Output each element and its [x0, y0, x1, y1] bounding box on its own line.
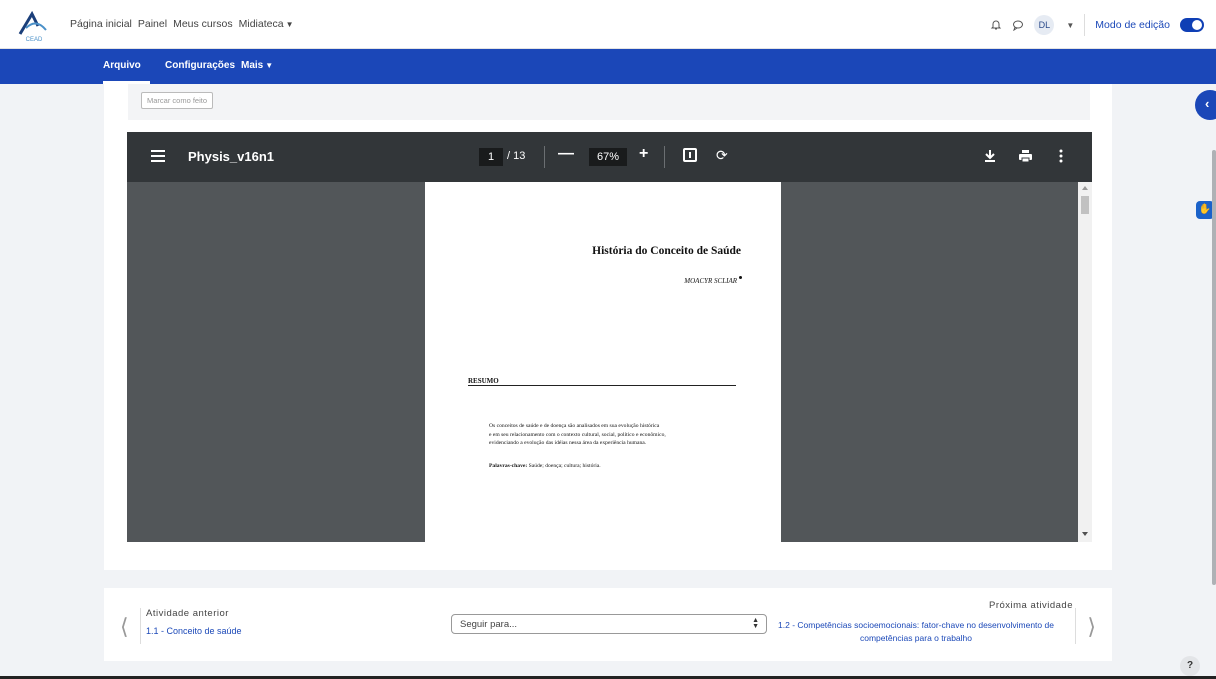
top-navbar: CEAD Página inicial Painel Meus cursos M…: [0, 0, 1216, 49]
edit-mode-toggle[interactable]: [1180, 18, 1204, 32]
divider: [1075, 608, 1076, 644]
next-activity-link[interactable]: 1.2 - Competências socioemocionais: fato…: [766, 619, 1066, 645]
keywords: Palavras-chave: Saúde; doença; cultura; …: [489, 463, 601, 469]
pdf-file-title: Physis_v16n1: [188, 149, 275, 164]
drawer-toggle[interactable]: ‹: [1195, 90, 1216, 120]
abstract-line: e em seu relacionamento com o contexto c…: [489, 431, 666, 438]
section-rule: [468, 385, 736, 386]
site-logo[interactable]: CEAD: [16, 8, 52, 44]
chevron-down-icon: ▼: [285, 20, 294, 29]
chevron-down-icon[interactable]: ▼: [1066, 21, 1074, 30]
nav-media-library-label: Midiateca: [238, 18, 284, 30]
pdf-scrollbar[interactable]: [1078, 182, 1092, 542]
chevron-down-icon: ▼: [265, 61, 274, 70]
chevron-left-icon[interactable]: ⟨: [120, 614, 129, 640]
nav-media-library[interactable]: Midiateca ▼: [239, 18, 294, 30]
page-number-input[interactable]: 1: [479, 148, 503, 166]
chevron-left-icon: ‹: [1205, 96, 1210, 111]
zoom-out-icon[interactable]: —: [558, 145, 574, 163]
section-heading: RESUMO: [468, 377, 499, 385]
jump-to-value: Seguir para...: [460, 619, 518, 630]
scroll-thumb[interactable]: [1081, 196, 1089, 214]
logo-text: CEAD: [26, 37, 43, 43]
pdf-viewer: Physis_v16n1 1 / 13 — 67% + ⟳ História d…: [127, 132, 1092, 542]
nav-my-courses[interactable]: Meus cursos: [173, 18, 233, 30]
divider: [140, 608, 141, 644]
more-vert-icon[interactable]: [1059, 149, 1063, 163]
rotate-icon[interactable]: ⟳: [716, 147, 728, 164]
help-button[interactable]: ?: [1180, 656, 1200, 676]
tab-more[interactable]: Mais ▼: [241, 60, 273, 71]
nav-home[interactable]: Página inicial: [70, 18, 132, 30]
mark-done-button[interactable]: Marcar como feito: [141, 92, 214, 109]
tab-configuracoes[interactable]: Configurações: [165, 60, 235, 71]
scroll-up-icon[interactable]: [1082, 186, 1088, 190]
chat-icon[interactable]: [1012, 19, 1024, 31]
activity-navigation: ⟨ Atividade anterior 1.1 - Conceito de s…: [104, 588, 1112, 661]
abstract-line: Os conceitos de saúde e de doença são an…: [489, 423, 660, 429]
pdf-page: História do Conceito de Saúde MOACYR SCL…: [425, 182, 781, 542]
keywords-label: Palavras-chave:: [489, 463, 528, 469]
abstract-line: evidenciando a evolução das idéias nessa…: [489, 440, 647, 446]
chevron-right-icon[interactable]: ⟩: [1087, 614, 1096, 640]
print-icon[interactable]: [1018, 149, 1033, 163]
primary-nav: Página inicial Painel Meus cursos Midiat…: [70, 18, 293, 30]
fit-page-icon[interactable]: [683, 148, 697, 162]
jump-to-select[interactable]: Seguir para... ▲ ▼: [451, 614, 767, 634]
select-arrows-icon: ▲ ▼: [752, 617, 759, 630]
bell-icon[interactable]: [990, 19, 1002, 31]
nav-dashboard[interactable]: Painel: [138, 18, 167, 30]
menu-icon[interactable]: [151, 150, 165, 162]
page-scrollbar[interactable]: [1212, 150, 1216, 585]
footnote-marker: [739, 276, 742, 279]
document-title: História do Conceito de Saúde: [592, 245, 741, 257]
user-controls: DL ▼ Modo de edição: [990, 14, 1204, 36]
zoom-level[interactable]: 67%: [589, 148, 627, 166]
previous-activity-label: Atividade anterior: [146, 608, 229, 619]
zoom-in-icon[interactable]: +: [639, 145, 648, 163]
activity-header: Marcar como feito: [104, 84, 1112, 124]
avatar[interactable]: DL: [1034, 15, 1055, 35]
download-icon[interactable]: [983, 149, 997, 163]
toolbar-divider: [664, 146, 665, 168]
next-activity-label: Próxima atividade: [988, 600, 1073, 611]
completion-area: Marcar como feito: [128, 84, 1090, 120]
previous-activity-link[interactable]: 1.1 - Conceito de saúde: [146, 626, 242, 636]
pdf-toolbar: Physis_v16n1 1 / 13 — 67% + ⟳: [127, 132, 1092, 182]
toolbar-divider: [544, 146, 545, 168]
document-author: MOACYR SCLIAR: [684, 277, 737, 285]
scroll-down-icon[interactable]: [1082, 532, 1088, 536]
tab-arquivo[interactable]: Arquivo: [103, 60, 141, 71]
tab-more-label: Mais: [241, 60, 264, 71]
edit-mode-label: Modo de edição: [1095, 19, 1170, 31]
divider: [1084, 14, 1086, 36]
secondary-nav: Arquivo Configurações Mais ▼: [0, 49, 1216, 84]
page-total: / 13: [507, 150, 526, 162]
abstract-text: Os conceitos de saúde e de doença são an…: [489, 422, 729, 448]
keywords-value: Saúde; doença; cultura; história.: [527, 463, 601, 469]
